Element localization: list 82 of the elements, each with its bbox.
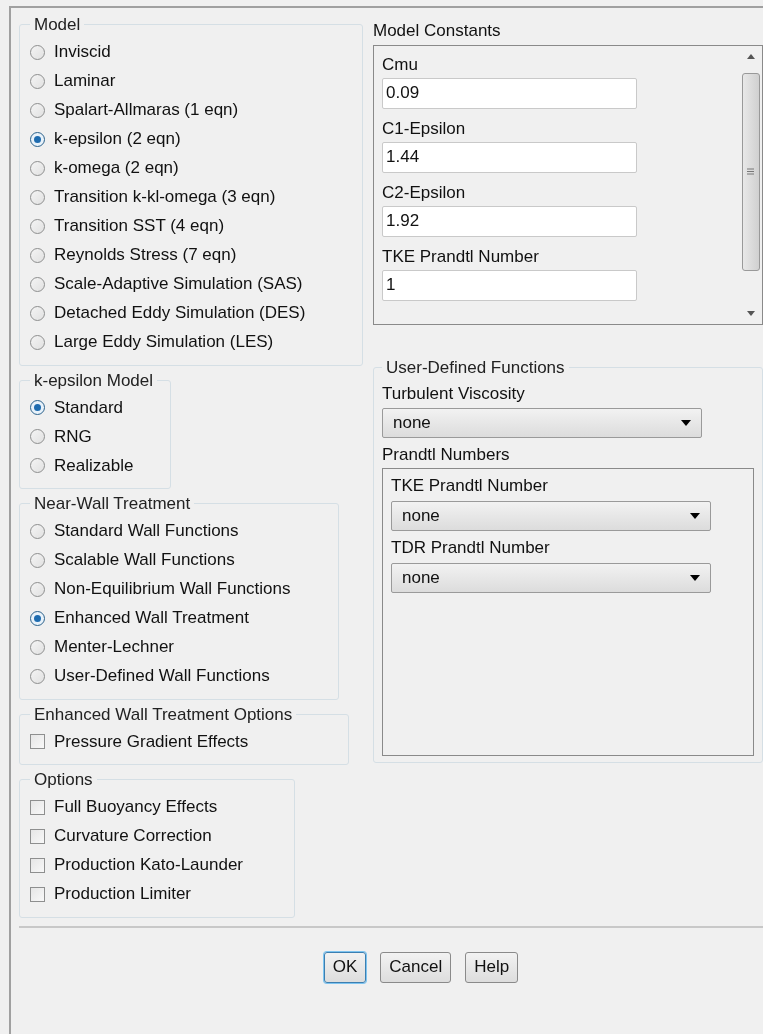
input-field[interactable]: 0.09 <box>382 77 637 109</box>
radio-button[interactable] <box>30 552 45 568</box>
grip-icon <box>747 168 754 175</box>
input-field[interactable]: 1.92 <box>382 205 637 237</box>
radio-label: User-Defined Wall Functions <box>54 665 270 688</box>
field-label: TKE Prandtl Number <box>382 245 540 268</box>
radio-label: Standard Wall Functions <box>54 520 239 543</box>
field-label: C2-Epsilon <box>382 181 467 204</box>
radio-button[interactable] <box>30 218 45 234</box>
radio-button[interactable] <box>30 305 45 321</box>
checkbox-label: Production Kato-Launder <box>54 854 244 877</box>
radio-label: Inviscid <box>54 41 111 64</box>
radio-button[interactable] <box>30 400 45 415</box>
group-title: Enhanced Wall Treatment Options <box>33 703 294 726</box>
group-title: k-epsilon Model <box>33 369 155 392</box>
radio-button[interactable] <box>30 73 45 89</box>
field-label: Prandtl Numbers <box>382 444 511 466</box>
dropdown[interactable]: none <box>382 408 702 438</box>
radio-button[interactable] <box>30 276 45 292</box>
checkbox[interactable] <box>30 886 45 902</box>
radio-button[interactable] <box>30 160 45 176</box>
dialog-button[interactable]: Help <box>465 951 519 983</box>
radio-button[interactable] <box>30 458 45 473</box>
scroll-down-icon[interactable] <box>746 310 755 316</box>
radio-label: Transition SST (4 eqn) <box>54 215 225 238</box>
radio-button[interactable] <box>30 581 45 597</box>
radio-label: Enhanced Wall Treatment <box>54 607 249 630</box>
section-title: Model Constants <box>373 20 502 42</box>
radio-button[interactable] <box>30 131 45 147</box>
dialog-button[interactable]: OK <box>323 951 367 983</box>
radio-button[interactable] <box>30 189 45 205</box>
radio-button[interactable] <box>30 639 45 655</box>
radio-button[interactable] <box>30 610 45 626</box>
radio-label: k-omega (2 eqn) <box>54 157 179 180</box>
input-field[interactable]: 1.44 <box>382 141 637 173</box>
radio-label: Reynolds Stress (7 eqn) <box>54 244 237 267</box>
radio-label: Detached Eddy Simulation (DES) <box>54 302 306 325</box>
radio-label: Non-Equilibrium Wall Functions <box>54 578 291 601</box>
field-label: Turbulent Viscosity <box>382 383 526 405</box>
dialog-button[interactable]: Cancel <box>380 951 452 983</box>
radio-label: Large Eddy Simulation (LES) <box>54 331 274 354</box>
scroll-up-icon[interactable] <box>746 53 755 59</box>
checkbox-label: Curvature Correction <box>54 825 212 848</box>
radio-label: Scale-Adaptive Simulation (SAS) <box>54 273 303 296</box>
group-title: User-Defined Functions <box>385 356 566 379</box>
group-title: Options <box>33 769 94 791</box>
field-label: C1-Epsilon <box>382 117 467 140</box>
radio-label: k-epsilon (2 eqn) <box>54 128 181 151</box>
radio-label: Menter-Lechner <box>54 636 174 659</box>
checkbox[interactable] <box>30 734 45 749</box>
radio-button[interactable] <box>30 247 45 263</box>
radio-label: RNG <box>54 425 92 448</box>
radio-label: Scalable Wall Functions <box>54 549 235 572</box>
radio-label: Standard <box>54 396 123 419</box>
checkbox-label: Pressure Gradient Effects <box>54 730 249 753</box>
radio-button[interactable] <box>30 44 45 60</box>
checkbox-label: Production Limiter <box>54 883 191 906</box>
checkbox[interactable] <box>30 799 45 815</box>
caret-icon <box>690 575 700 581</box>
field-label: Cmu <box>382 53 419 76</box>
radio-label: Realizable <box>54 454 134 477</box>
dropdown[interactable]: none <box>391 501 711 531</box>
group-title: Near-Wall Treatment <box>33 493 192 515</box>
checkbox[interactable] <box>30 828 45 844</box>
radio-label: Transition k-kl-omega (3 eqn) <box>54 186 276 209</box>
radio-button[interactable] <box>30 668 45 684</box>
checkbox-label: Full Buoyancy Effects <box>54 796 218 819</box>
dropdown[interactable]: none <box>391 563 711 593</box>
caret-icon <box>690 513 700 519</box>
radio-button[interactable] <box>30 102 45 118</box>
radio-label: Spalart-Allmaras (1 eqn) <box>54 99 239 122</box>
group-title: Model <box>33 14 82 36</box>
radio-button[interactable] <box>30 334 45 350</box>
caret-icon <box>681 420 691 426</box>
scroll-thumb[interactable] <box>741 72 760 271</box>
radio-button[interactable] <box>30 523 45 539</box>
field-label: TDR Prandtl Number <box>391 537 551 559</box>
input-field[interactable]: 1 <box>382 269 637 301</box>
radio-button[interactable] <box>30 429 45 444</box>
field-label: TKE Prandtl Number <box>391 475 549 497</box>
checkbox[interactable] <box>30 857 45 873</box>
radio-label: Laminar <box>54 70 116 93</box>
